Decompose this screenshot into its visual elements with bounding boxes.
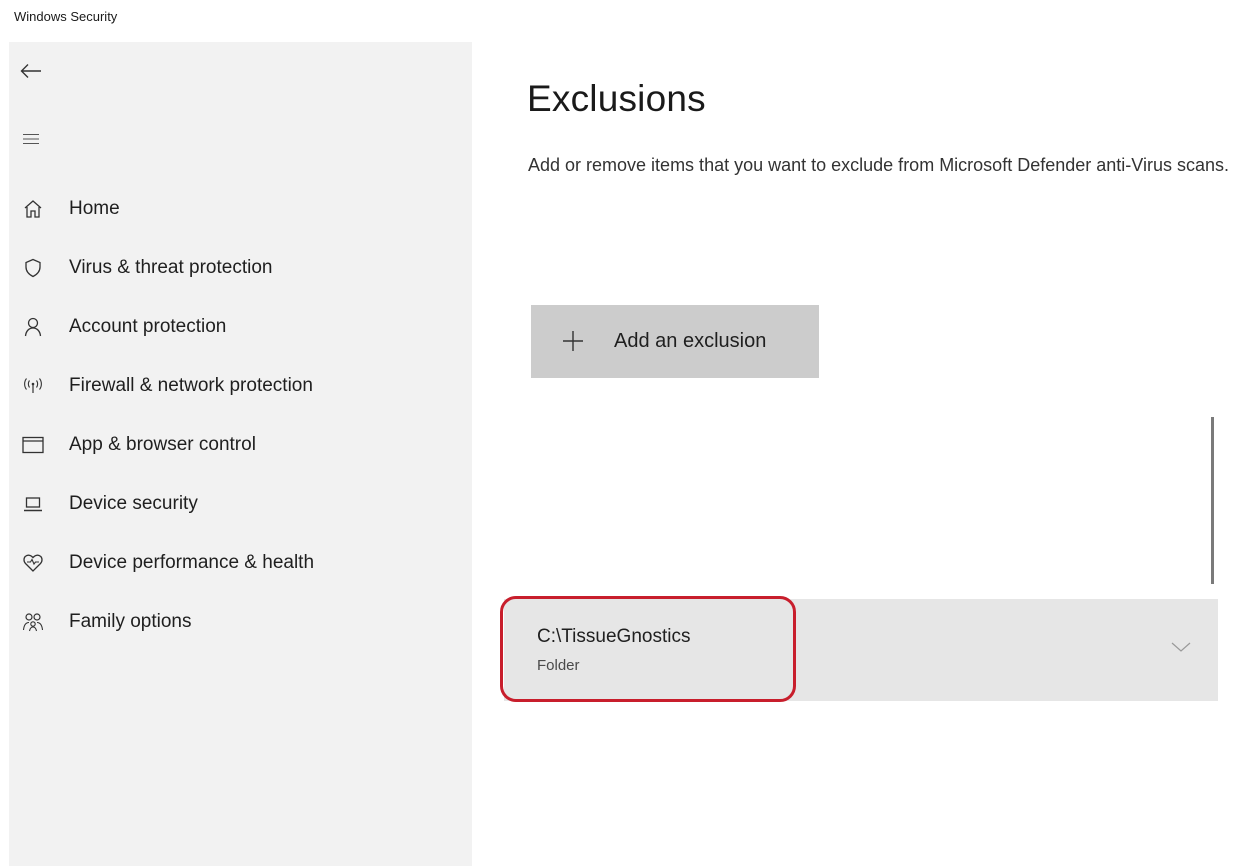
sidebar-item-label: Account protection — [69, 316, 227, 337]
exclusion-type: Folder — [537, 657, 580, 674]
sidebar-item-device-security[interactable]: Device security — [9, 482, 472, 526]
page-description: Add or remove items that you want to exc… — [528, 155, 1229, 175]
sidebar-item-label: Firewall & network protection — [69, 375, 313, 396]
sidebar-item-label: Family options — [69, 611, 192, 632]
family-icon — [21, 610, 45, 634]
hamburger-icon — [23, 133, 39, 145]
sidebar-item-virus-threat-protection[interactable]: Virus & threat protection — [9, 246, 472, 290]
menu-button[interactable] — [16, 124, 46, 154]
person-icon — [21, 315, 45, 339]
sidebar-item-account-protection[interactable]: Account protection — [9, 305, 472, 349]
add-exclusion-label: Add an exclusion — [614, 330, 767, 352]
sidebar-item-firewall-network-protection[interactable]: Firewall & network protection — [9, 364, 472, 408]
sidebar-item-label: Device performance & health — [69, 552, 315, 573]
window-title: Windows Security — [14, 9, 118, 24]
sidebar-item-family-options[interactable]: Family options — [9, 600, 472, 644]
shield-icon — [21, 256, 45, 280]
chevron-down-icon[interactable] — [1170, 639, 1192, 655]
heart-pulse-icon — [21, 551, 45, 575]
sidebar-item-label: App & browser control — [69, 434, 256, 455]
home-icon — [21, 197, 45, 221]
sidebar-item-home[interactable]: Home — [9, 187, 472, 231]
browser-window-icon — [21, 433, 45, 457]
back-arrow-icon — [20, 64, 41, 78]
sidebar-item-label: Device security — [69, 493, 198, 514]
scrollbar[interactable] — [1211, 417, 1214, 584]
add-exclusion-button[interactable]: Add an exclusion — [531, 305, 819, 378]
exclusion-path: C:\TissueGnostics — [537, 626, 691, 647]
sidebar-item-device-performance-health[interactable]: Device performance & health — [9, 541, 472, 585]
exclusion-item[interactable]: C:\TissueGnostics Folder — [504, 599, 1218, 701]
page-title: Exclusions — [527, 78, 706, 119]
laptop-icon — [21, 492, 45, 516]
sidebar: Home Virus & threat protection Account p… — [9, 42, 472, 866]
sidebar-item-app-browser-control[interactable]: App & browser control — [9, 423, 472, 467]
sidebar-item-label: Home — [69, 198, 120, 219]
wireless-icon — [21, 374, 45, 398]
sidebar-item-label: Virus & threat protection — [69, 257, 273, 278]
plus-icon — [563, 331, 583, 351]
back-button[interactable] — [16, 56, 46, 86]
